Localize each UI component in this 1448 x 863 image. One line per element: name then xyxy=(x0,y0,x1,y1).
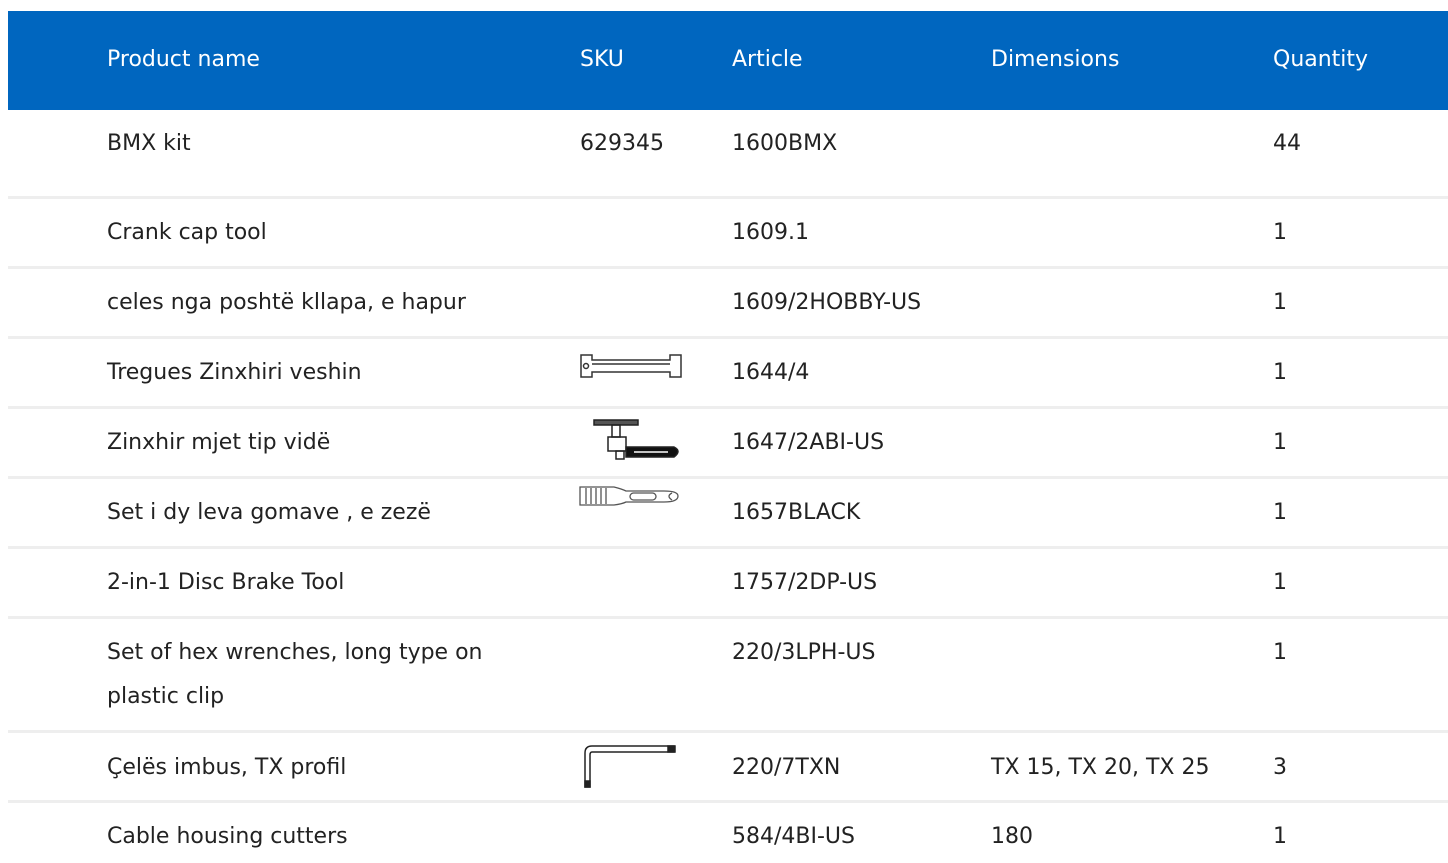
product-name: Crank cap tool xyxy=(107,220,267,245)
product-quantity: 1 xyxy=(1273,290,1287,315)
product-quantity: 1 xyxy=(1273,824,1287,849)
product-table: Product name SKU Article Dimensions Quan… xyxy=(8,11,1448,863)
product-quantity: 1 xyxy=(1273,220,1287,245)
product-dimensions: 180 xyxy=(991,824,1033,849)
product-name: celes nga poshtë kllapa, e hapur xyxy=(107,290,466,315)
product-quantity: 1 xyxy=(1273,640,1287,665)
table-row: Crank cap tool 1609.1 1 xyxy=(8,199,1448,269)
product-name: Tregues Zinxhiri veshin xyxy=(107,360,362,385)
chain-wear-indicator-icon xyxy=(578,351,684,381)
product-name: BMX kit xyxy=(107,131,191,156)
product-article: 1757/2DP-US xyxy=(732,570,878,595)
product-article: 1600BMX xyxy=(732,131,838,156)
table-row: Set i dy leva gomave , e zezë 1657BLACK … xyxy=(8,479,1448,549)
product-dimensions: TX 15, TX 20, TX 25 xyxy=(991,755,1210,780)
header-dimensions: Dimensions xyxy=(991,47,1120,72)
product-name: Cable housing cutters xyxy=(107,824,348,849)
product-quantity: 1 xyxy=(1273,430,1287,455)
product-name: 2-in-1 Disc Brake Tool xyxy=(107,570,345,595)
product-article: 1657BLACK xyxy=(732,500,861,525)
product-quantity: 1 xyxy=(1273,570,1287,595)
table-row: BMX kit 629345 1600BMX 44 xyxy=(8,110,1448,199)
table-row: 2-in-1 Disc Brake Tool 1757/2DP-US 1 xyxy=(8,549,1448,619)
product-name: Zinxhir mjet tip vidë xyxy=(107,430,331,455)
product-article: 220/7TXN xyxy=(732,755,841,780)
chain-tool-icon xyxy=(578,417,684,465)
product-quantity: 3 xyxy=(1273,755,1287,780)
header-product-name: Product name xyxy=(107,47,260,72)
product-quantity: 44 xyxy=(1273,131,1301,156)
table-row: Zinxhir mjet tip vidë 1647/2ABI-US 1 xyxy=(8,409,1448,479)
product-article: 1647/2ABI-US xyxy=(732,430,885,455)
product-sku: 629345 xyxy=(580,131,664,156)
table-row: Çelës imbus, TX profil 220/7TXN TX 15, T… xyxy=(8,733,1448,803)
table-row: celes nga poshtë kllapa, e hapur 1609/2H… xyxy=(8,269,1448,339)
header-sku: SKU xyxy=(580,47,624,72)
product-article: 1644/4 xyxy=(732,360,810,385)
product-article: 1609.1 xyxy=(732,220,809,245)
hex-key-icon xyxy=(578,743,684,789)
product-article: 584/4BI-US xyxy=(732,824,855,849)
table-row: Cable housing cutters 584/4BI-US 180 1 xyxy=(8,803,1448,863)
product-article: 1609/2HOBBY-US xyxy=(732,290,922,315)
table-row: Tregues Zinxhiri veshin 1644/4 1 xyxy=(8,339,1448,409)
product-name: Set of hex wrenches, long type on plasti… xyxy=(107,640,483,709)
product-quantity: 1 xyxy=(1273,360,1287,385)
product-article: 220/3LPH-US xyxy=(732,640,876,665)
header-article: Article xyxy=(732,47,803,72)
header-quantity: Quantity xyxy=(1273,47,1369,72)
product-name: Çelës imbus, TX profil xyxy=(107,755,347,780)
product-name: Set i dy leva gomave , e zezë xyxy=(107,500,431,525)
table-row: Set of hex wrenches, long type on plasti… xyxy=(8,619,1448,733)
product-quantity: 1 xyxy=(1273,500,1287,525)
tire-lever-icon xyxy=(578,483,684,507)
table-header: Product name SKU Article Dimensions Quan… xyxy=(8,11,1448,110)
